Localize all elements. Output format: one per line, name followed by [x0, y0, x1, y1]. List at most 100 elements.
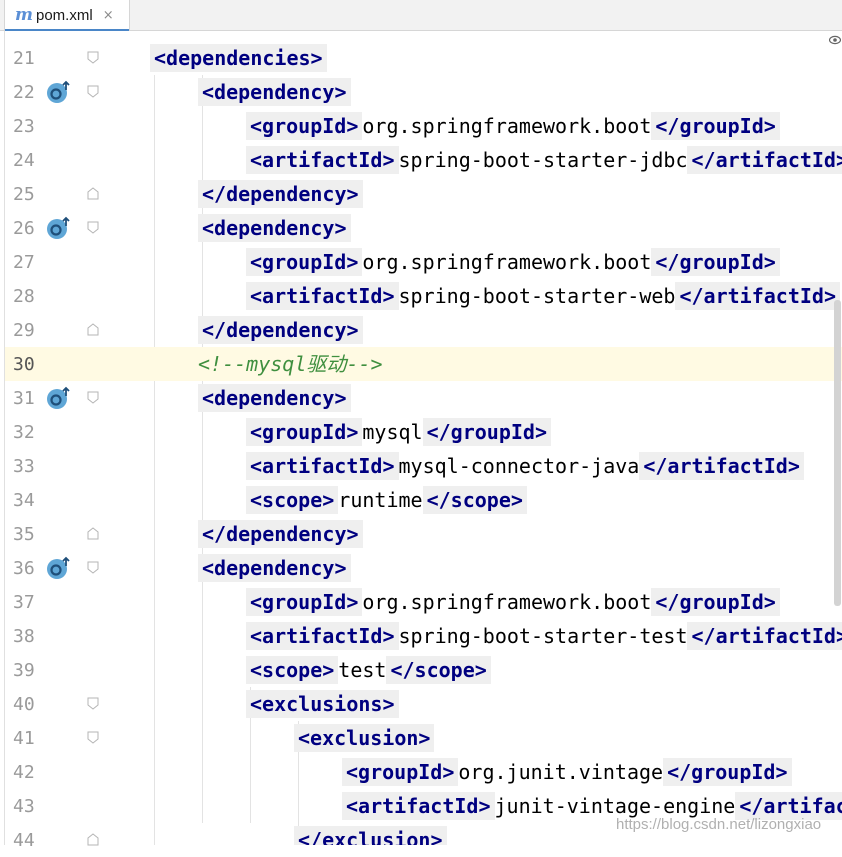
line-number: 42 [13, 762, 35, 783]
line-number: 28 [13, 286, 35, 307]
editor-tab-bar: m pom.xml × [0, 0, 842, 32]
code-line[interactable]: <artifactId> spring-boot-starter-jdbc </ar… [106, 143, 842, 177]
xml-tag: <artifactId> [246, 282, 399, 310]
line-number: 36 [13, 558, 35, 579]
gutter-line: 42 [5, 755, 107, 789]
code-line[interactable]: <dependency> [106, 211, 842, 245]
line-number: 24 [13, 150, 35, 171]
fold-collapse-icon[interactable] [87, 697, 99, 710]
gutter-line: 28 [5, 279, 107, 313]
code-line[interactable]: <exclusions> [106, 687, 842, 721]
line-number: 33 [13, 456, 35, 477]
xml-tag: <groupId> [246, 248, 363, 276]
xml-tag: <artifactId> [342, 792, 495, 820]
code-line[interactable]: <groupId> org.springframework.boot </group… [106, 245, 842, 279]
code-line[interactable]: <dependency> [106, 75, 842, 109]
xml-value: spring-boot-starter-test [398, 624, 688, 648]
code-text: <dependency> [198, 211, 351, 245]
fold-collapse-icon[interactable] [87, 221, 99, 234]
gutter-line: 27 [5, 245, 107, 279]
line-number: 35 [13, 524, 35, 545]
code-text: <dependency> [198, 75, 351, 109]
vertical-scrollbar[interactable] [834, 300, 841, 606]
editor-gutter: 21 22 23 24 25 26 27 28 29 30 31 32 33 34 35 36 37 38 39 40… [4, 31, 107, 851]
fold-collapse-icon[interactable] [87, 51, 99, 64]
maven-dependency-icon[interactable] [45, 80, 71, 104]
line-number: 40 [13, 694, 35, 715]
code-text: <artifactId> spring-boot-starter-jdbc </ar… [246, 143, 842, 177]
code-line[interactable]: <scope> runtime </scope> [106, 483, 842, 517]
code-line[interactable]: <artifactId> spring-boot-starter-test </ar… [106, 619, 842, 653]
code-text: </dependency> [198, 177, 363, 211]
fold-end-icon[interactable] [87, 323, 99, 336]
code-line[interactable]: <dependency> [106, 551, 842, 585]
fold-collapse-icon[interactable] [87, 391, 99, 404]
maven-file-icon: m [15, 5, 33, 25]
code-line[interactable]: <groupId> org.springframework.boot </group… [106, 585, 842, 619]
code-line[interactable]: <dependencies> [106, 41, 842, 75]
code-line[interactable]: </dependency> [106, 517, 842, 551]
xml-tag: <groupId> [246, 588, 363, 616]
xml-tag: <groupId> [246, 112, 363, 140]
code-text: <groupId> org.springframework.boot </group… [246, 585, 780, 619]
gutter-line: 34 [5, 483, 107, 517]
xml-tag: </groupId> [651, 248, 780, 276]
code-line[interactable]: </dependency> [106, 177, 842, 211]
line-number: 30 [13, 354, 35, 375]
code-line[interactable]: <exclusion> [106, 721, 842, 755]
code-editor[interactable]: <dependencies> <dependency> <groupId> org.s… [106, 31, 842, 845]
gutter-line: 29 [5, 313, 107, 347]
code-line[interactable]: <scope> test </scope> [106, 653, 842, 687]
xml-value: mysql [362, 420, 423, 444]
line-number: 34 [13, 490, 35, 511]
maven-dependency-icon[interactable] [45, 386, 71, 410]
line-number: 39 [13, 660, 35, 681]
code-line[interactable]: </dependency> [106, 313, 842, 347]
gutter-line: 31 [5, 381, 107, 415]
fold-end-icon[interactable] [87, 527, 99, 540]
code-text: </dependency> [198, 313, 363, 347]
gutter-line: 30 [5, 347, 107, 381]
maven-dependency-icon[interactable] [45, 556, 71, 580]
gutter-line: 24 [5, 143, 107, 177]
code-line[interactable]: <artifactId> mysql-connector-java </artifa… [106, 449, 842, 483]
eye-icon[interactable] [829, 34, 841, 46]
code-line[interactable]: <artifactId> spring-boot-starter-web </art… [106, 279, 842, 313]
code-text: <exclusions> [246, 687, 399, 721]
gutter-line: 21 [5, 41, 107, 75]
code-line[interactable]: <dependency> [106, 381, 842, 415]
line-number: 23 [13, 116, 35, 137]
gutter-line: 33 [5, 449, 107, 483]
line-number: 44 [13, 830, 35, 851]
xml-value: spring-boot-starter-web [398, 284, 676, 308]
line-number: 22 [13, 82, 35, 103]
code-line[interactable]: <groupId> mysql </groupId> [106, 415, 842, 449]
gutter-line: 38 [5, 619, 107, 653]
fold-collapse-icon[interactable] [87, 731, 99, 744]
code-text: <scope> runtime </scope> [246, 483, 527, 517]
xml-tag: </groupId> [422, 418, 552, 446]
xml-value: runtime [338, 488, 423, 512]
watermark: https://blog.csdn.net/lizongxiao [616, 816, 822, 833]
xml-tag: <groupId> [342, 758, 459, 786]
fold-collapse-icon[interactable] [87, 561, 99, 574]
tab-pom-xml[interactable]: m pom.xml × [4, 0, 130, 32]
gutter-line: 44 [5, 823, 107, 857]
code-line[interactable]: <groupId> org.springframework.boot </group… [106, 109, 842, 143]
xml-tag: <exclusion> [294, 724, 435, 752]
xml-tag: <dependency> [198, 214, 351, 242]
gutter-line: 37 [5, 585, 107, 619]
xml-tag: <dependency> [198, 384, 351, 412]
close-icon[interactable]: × [103, 8, 114, 23]
xml-tag: </groupId> [663, 758, 792, 786]
fold-end-icon[interactable] [87, 187, 99, 200]
fold-collapse-icon[interactable] [87, 85, 99, 98]
xml-tag: </groupId> [651, 588, 780, 616]
xml-value: org.junit.vintage [458, 760, 664, 784]
gutter-line: 36 [5, 551, 107, 585]
code-line[interactable]: <groupId> org.junit.vintage </groupId> [106, 755, 842, 789]
fold-end-icon[interactable] [87, 833, 99, 846]
code-line[interactable]: <!--mysql驱动--> [106, 347, 842, 381]
line-number: 31 [13, 388, 35, 409]
maven-dependency-icon[interactable] [45, 216, 71, 240]
